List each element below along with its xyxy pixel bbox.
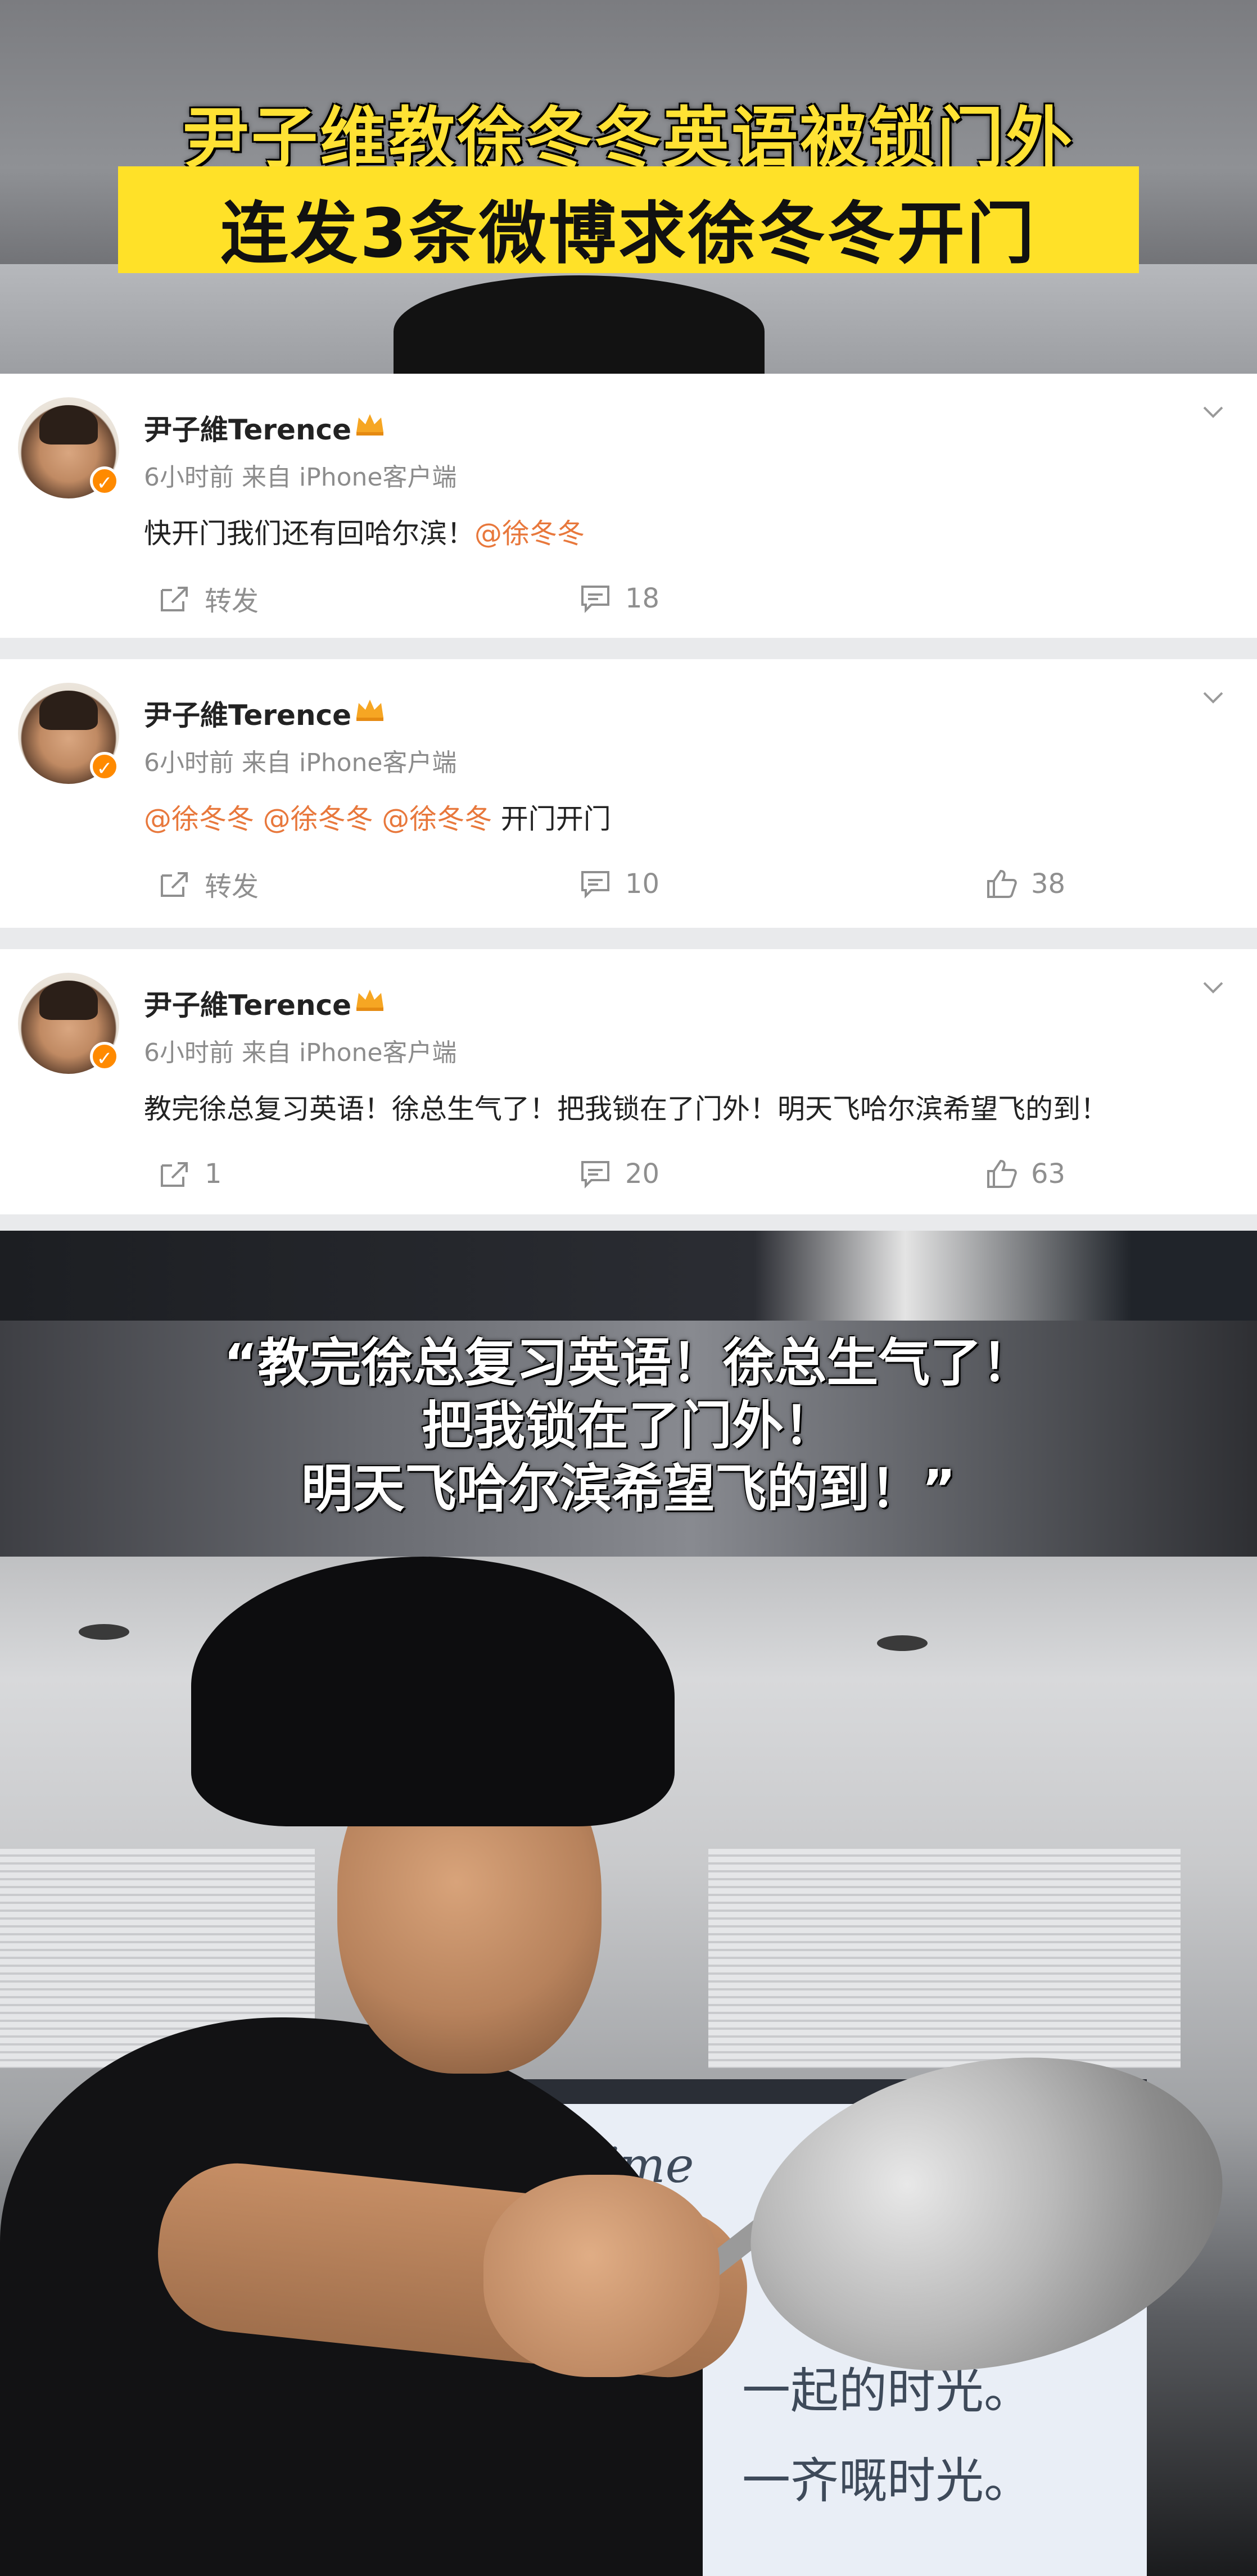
share-icon [161, 587, 188, 611]
weibo-post: ✓ 尹子維Terence 6小时前 来自 iPhone客户端 教完徐总复习英语！… [0, 949, 1257, 1214]
comment-count: 10 [625, 868, 660, 900]
chef-fist [483, 2175, 720, 2377]
post-meta: 6小时前 来自 iPhone客户端 [144, 749, 457, 777]
crown-icon [356, 700, 383, 721]
post-actions: 转发 18 [0, 576, 1257, 621]
verified-badge-icon: ✓ [90, 752, 119, 781]
ceiling-light [877, 1635, 928, 1651]
username[interactable]: 尹子維Terence [144, 693, 351, 733]
like-button[interactable]: 38 [985, 861, 1065, 906]
mention-link[interactable]: @徐冬冬 [263, 803, 373, 835]
comment-icon [581, 586, 609, 613]
weibo-post: ✓ 尹子維Terence 6小时前 来自 iPhone客户端 快开门我们还有回哈… [0, 374, 1257, 638]
crown-icon [356, 990, 383, 1011]
comment-count: 20 [625, 1158, 660, 1190]
post-text-body: 开门开门 [500, 803, 611, 835]
screen-text-line: 一齐嘅时光。 [742, 2453, 1032, 2509]
chef-photo: time 一起的时光。 一齐嘅时光。 [0, 1557, 1257, 2576]
post-actions: 转发 10 38 [0, 861, 1257, 906]
comment-button[interactable]: 10 [579, 861, 659, 906]
comment-count: 18 [625, 583, 660, 614]
share-button[interactable]: 转发 [159, 861, 259, 906]
thumbs-up-icon [987, 1159, 1017, 1188]
post-text-body: 快开门我们还有回哈尔滨！ [144, 518, 475, 550]
subheadline: 连发3条微博求徐冬冬开门 [220, 195, 1037, 273]
chevron-down-icon[interactable] [1199, 683, 1228, 712]
comment-icon [581, 1161, 609, 1189]
post-actions: 1 20 63 [0, 1151, 1257, 1196]
post-meta: 6小时前 来自 iPhone客户端 [144, 1038, 457, 1067]
like-count: 63 [1031, 1158, 1066, 1190]
comment-button[interactable]: 20 [579, 1151, 659, 1196]
ceiling-light [79, 1624, 129, 1640]
share-button[interactable]: 1 [159, 1151, 222, 1196]
username[interactable]: 尹子維Terence [144, 983, 351, 1023]
chevron-down-icon[interactable] [1199, 397, 1228, 427]
weibo-post: ✓ 尹子維Terence 6小时前 来自 iPhone客户端 @徐冬冬 @徐冬冬… [0, 659, 1257, 928]
quote-line: “教完徐总复习英语！徐总生气了！ [223, 1333, 1034, 1393]
mention-link[interactable]: @徐冬冬 [144, 803, 254, 835]
comment-icon [581, 871, 609, 899]
window-blinds [708, 1849, 1181, 2068]
post-meta: 6小时前 来自 iPhone客户端 [144, 463, 457, 492]
verified-badge-icon: ✓ [90, 466, 119, 496]
like-count: 38 [1031, 868, 1066, 900]
share-icon [161, 872, 188, 897]
comment-button[interactable]: 18 [579, 576, 659, 621]
verified-badge-icon: ✓ [90, 1042, 119, 1071]
post-text: @徐冬冬 @徐冬冬 @徐冬冬 开门开门 [144, 797, 611, 837]
crown-icon [356, 414, 383, 436]
weibo-posts: ✓ 尹子維Terence 6小时前 来自 iPhone客户端 快开门我们还有回哈… [0, 374, 1257, 1231]
username[interactable]: 尹子維Terence [144, 407, 351, 448]
thumbs-up-icon [987, 869, 1017, 898]
quote-line: 把我锁在了门外！ [421, 1396, 835, 1456]
share-icon [161, 1162, 188, 1187]
mention-link[interactable]: @徐冬冬 [382, 803, 492, 835]
like-button[interactable]: 63 [985, 1151, 1065, 1196]
chef-hat [191, 1557, 675, 1826]
quote-line: 明天飞哈尔滨希望飞的到！” [301, 1459, 956, 1519]
page: 尹子维教徐冬冬英语被锁门外 连发3条微博求徐冬冬开门 ✓ 尹子維Terence … [0, 0, 1257, 2576]
video-frame-strip [0, 1231, 1257, 1321]
quote-caption: “教完徐总复习英语！徐总生气了！ 把我锁在了门外！ 明天飞哈尔滨希望飞的到！” [0, 1332, 1257, 1521]
post-text: 教完徐总复习英语！徐总生气了！把我锁在了门外！明天飞哈尔滨希望飞的到！ [144, 1093, 1109, 1125]
post-text: 快开门我们还有回哈尔滨！@徐冬冬 [144, 511, 585, 551]
chevron-down-icon[interactable] [1199, 973, 1228, 1002]
mention-link[interactable]: @徐冬冬 [474, 518, 585, 550]
share-label: 转发 [205, 871, 259, 902]
share-label: 转发 [205, 586, 259, 617]
share-button[interactable]: 转发 [159, 576, 259, 621]
share-count: 1 [205, 1158, 222, 1190]
